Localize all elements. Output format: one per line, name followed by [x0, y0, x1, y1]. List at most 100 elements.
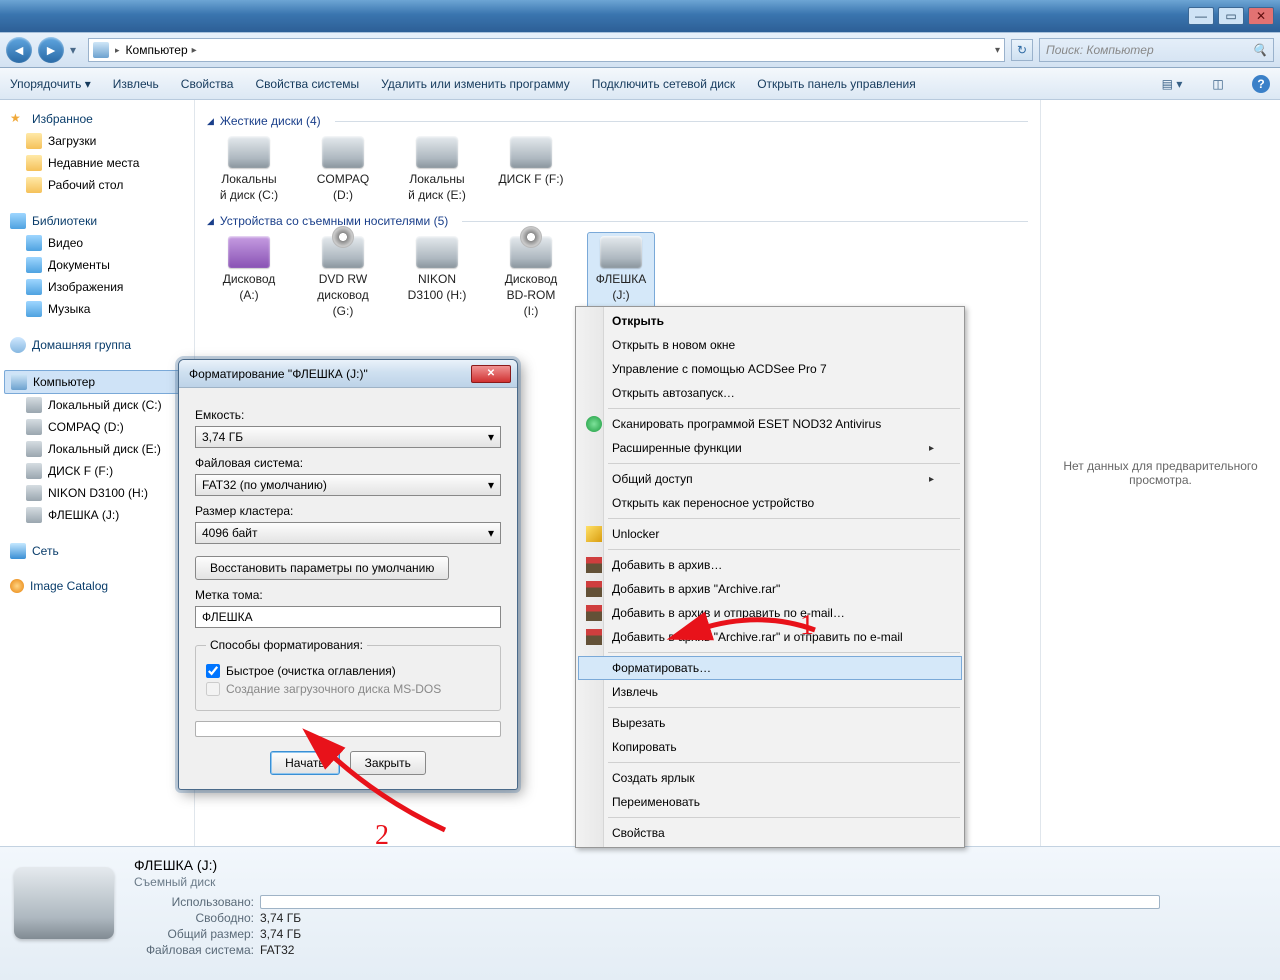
sidebar-item-videos[interactable]: Видео	[4, 232, 190, 254]
sidebar-drive-d[interactable]: COMPAQ (D:)	[4, 416, 190, 438]
drive-a-floppy[interactable]: Дисковод(A:)	[215, 236, 283, 318]
ctx-advanced-functions[interactable]: Расширенные функции	[578, 436, 962, 460]
history-dropdown-icon[interactable]: ▾	[70, 43, 82, 57]
drive-h-nikon[interactable]: NIKOND3100 (H:)	[403, 236, 471, 318]
toolbar-system-properties[interactable]: Свойства системы	[255, 77, 359, 91]
drive-c[interactable]: Локальный диск (C:)	[215, 136, 283, 202]
ctx-create-shortcut[interactable]: Создать ярлык	[578, 766, 962, 790]
capacity-combo[interactable]: 3,74 ГБ▾	[195, 426, 501, 448]
ctx-share[interactable]: Общий доступ	[578, 467, 962, 491]
cluster-size-combo[interactable]: 4096 байт▾	[195, 522, 501, 544]
image-catalog[interactable]: Image Catalog	[4, 576, 190, 596]
ctx-cut[interactable]: Вырезать	[578, 711, 962, 735]
ctx-properties[interactable]: Свойства	[578, 821, 962, 845]
drive-g-dvd[interactable]: DVD RWдисковод(G:)	[309, 236, 377, 318]
usb-drive-icon	[600, 236, 642, 268]
dialog-close-button[interactable]: ✕	[471, 365, 511, 383]
back-button[interactable]: ◄	[6, 37, 32, 63]
ctx-acdsee[interactable]: Управление с помощью ACDSee Pro 7	[578, 357, 962, 381]
drive-f[interactable]: ДИСК F (F:)	[497, 136, 565, 202]
folder-icon	[26, 155, 42, 171]
folder-icon	[26, 133, 42, 149]
sidebar-drive-j[interactable]: ФЛЕШКА (J:)	[4, 504, 190, 526]
start-button[interactable]: Начать	[270, 751, 340, 775]
help-icon[interactable]: ?	[1252, 75, 1270, 93]
hdd-section-header[interactable]: ◢Жесткие диски (4)	[207, 114, 1028, 128]
network-header[interactable]: Сеть	[4, 540, 190, 562]
nav-bar: ◄ ► ▾ ▸ Компьютер ▸ ▾ ↻ Поиск: Компьютер…	[0, 32, 1280, 68]
ctx-eset-scan[interactable]: Сканировать программой ESET NOD32 Antivi…	[578, 412, 962, 436]
sidebar-drive-c[interactable]: Локальный диск (C:)	[4, 394, 190, 416]
favorites-header[interactable]: ★Избранное	[4, 108, 190, 130]
preview-pane-toggle-icon[interactable]: ◫	[1206, 73, 1230, 95]
address-bar[interactable]: ▸ Компьютер ▸ ▾	[88, 38, 1005, 62]
computer-header[interactable]: Компьютер	[4, 370, 190, 394]
organize-menu[interactable]: Упорядочить ▾	[10, 77, 91, 91]
sidebar-drive-h[interactable]: NIKON D3100 (H:)	[4, 482, 190, 504]
removable-section-header[interactable]: ◢Устройства со съемными носителями (5)	[207, 214, 1028, 228]
ctx-separator	[608, 408, 960, 409]
drive-d[interactable]: COMPAQ(D:)	[309, 136, 377, 202]
drive-icon	[26, 463, 42, 479]
ctx-separator	[608, 549, 960, 550]
search-input[interactable]: Поиск: Компьютер 🔍	[1039, 38, 1274, 62]
maximize-button[interactable]: ▭	[1218, 7, 1244, 25]
ctx-archive-name-email[interactable]: Добавить в архив "Archive.rar" и отправи…	[578, 625, 962, 649]
sidebar-item-documents[interactable]: Документы	[4, 254, 190, 276]
ctx-eject[interactable]: Извлечь	[578, 680, 962, 704]
ctx-open[interactable]: Открыть	[578, 309, 962, 333]
ctx-copy[interactable]: Копировать	[578, 735, 962, 759]
sidebar-item-downloads[interactable]: Загрузки	[4, 130, 190, 152]
ctx-format[interactable]: Форматировать…	[578, 656, 962, 680]
libraries-header[interactable]: Библиотеки	[4, 210, 190, 232]
toolbar-control-panel[interactable]: Открыть панель управления	[757, 77, 916, 91]
quick-format-checkbox[interactable]: Быстрое (очистка оглавления)	[206, 664, 490, 678]
toolbar-eject[interactable]: Извлечь	[113, 77, 159, 91]
filesystem-combo[interactable]: FAT32 (по умолчанию)▾	[195, 474, 501, 496]
ctx-rename[interactable]: Переименовать	[578, 790, 962, 814]
sidebar-drive-e[interactable]: Локальный диск (E:)	[4, 438, 190, 460]
window-close-button[interactable]: ✕	[1248, 7, 1274, 25]
catalog-icon	[10, 579, 24, 593]
ctx-open-portable[interactable]: Открыть как переносное устройство	[578, 491, 962, 515]
sidebar-item-pictures[interactable]: Изображения	[4, 276, 190, 298]
sidebar-drive-f[interactable]: ДИСК F (F:)	[4, 460, 190, 482]
volume-label-input[interactable]	[195, 606, 501, 628]
restore-defaults-button[interactable]: Восстановить параметры по умолчанию	[195, 556, 449, 580]
sidebar-item-desktop[interactable]: Рабочий стол	[4, 174, 190, 196]
drive-e[interactable]: Локальный диск (E:)	[403, 136, 471, 202]
address-dropdown-icon[interactable]: ▾	[995, 45, 1000, 56]
homegroup-header[interactable]: Домашняя группа	[4, 334, 190, 356]
toolbar-uninstall-program[interactable]: Удалить или изменить программу	[381, 77, 570, 91]
winrar-icon	[586, 629, 602, 645]
search-icon: 🔍	[1252, 43, 1267, 57]
forward-button[interactable]: ►	[38, 37, 64, 63]
sidebar-item-music[interactable]: Музыка	[4, 298, 190, 320]
search-placeholder: Поиск: Компьютер	[1046, 43, 1154, 57]
ctx-open-new-window[interactable]: Открыть в новом окне	[578, 333, 962, 357]
ctx-archive-email[interactable]: Добавить в архив и отправить по e-mail…	[578, 601, 962, 625]
star-icon: ★	[10, 111, 26, 127]
drive-i-bdrom[interactable]: ДисководBD-ROM(I:)	[497, 236, 565, 318]
ctx-unlocker[interactable]: Unlocker	[578, 522, 962, 546]
minimize-button[interactable]: —	[1188, 7, 1214, 25]
view-options-icon[interactable]: ▤ ▾	[1160, 73, 1184, 95]
winrar-icon	[586, 605, 602, 621]
toolbar-map-drive[interactable]: Подключить сетевой диск	[592, 77, 735, 91]
sidebar-item-recent[interactable]: Недавние места	[4, 152, 190, 174]
ctx-add-to-archive[interactable]: Добавить в архив…	[578, 553, 962, 577]
refresh-button[interactable]: ↻	[1011, 39, 1033, 61]
dvd-icon	[322, 236, 364, 268]
ctx-add-to-archive-name[interactable]: Добавить в архив "Archive.rar"	[578, 577, 962, 601]
folder-icon	[26, 177, 42, 193]
msdos-boot-checkbox[interactable]: Создание загрузочного диска MS-DOS	[206, 682, 490, 696]
ctx-separator	[608, 518, 960, 519]
dialog-titlebar[interactable]: Форматирование "ФЛЕШКА (J:)" ✕	[179, 360, 517, 388]
toolbar-properties[interactable]: Свойства	[181, 77, 234, 91]
drive-icon	[26, 485, 42, 501]
ctx-autoplay[interactable]: Открыть автозапуск…	[578, 381, 962, 405]
details-used-label: Использовано:	[134, 895, 254, 909]
breadcrumb[interactable]: Компьютер ▸	[126, 43, 197, 57]
close-button[interactable]: Закрыть	[350, 751, 426, 775]
homegroup-icon	[10, 337, 26, 353]
